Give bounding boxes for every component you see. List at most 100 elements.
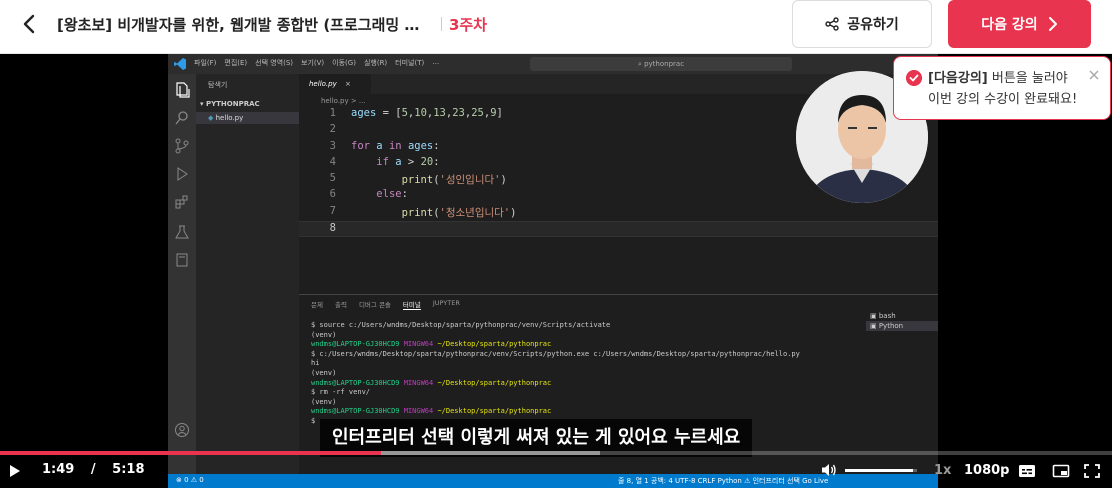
code-token: ]	[496, 107, 503, 119]
player-controls: 1:49 / 5:18 1x 1080p	[0, 455, 1112, 487]
line-number: 6	[329, 188, 336, 201]
code-token: >	[401, 155, 421, 168]
terminal-token: MINGW64	[403, 340, 438, 349]
terminal-list-item: ▣ bash	[870, 312, 896, 320]
terminal-token: wndms@LAPTOP-GJ30HCD9	[311, 378, 404, 387]
fullscreen-icon[interactable]	[1083, 463, 1101, 479]
file-label: hello.py	[215, 114, 244, 122]
check-circle-icon	[906, 70, 922, 86]
terminal-list: ▣ bash ▣ Python	[866, 311, 938, 331]
code-text: else:	[351, 188, 408, 200]
code-token: )	[500, 174, 507, 187]
explorer-icon	[176, 82, 190, 98]
quality-selector[interactable]: 1080p	[964, 463, 1010, 478]
code-text: if a > 20:	[351, 155, 439, 168]
line-number: 2	[329, 123, 336, 136]
terminal-line: $ rm -rf venv/	[311, 388, 800, 398]
vscode-logo-icon	[174, 58, 186, 70]
terminal-token: wndms@LAPTOP-GJ30HCD9	[311, 407, 404, 416]
close-icon[interactable]	[1088, 69, 1100, 81]
terminal-line: hi	[311, 359, 800, 369]
terminal-token: (venv)	[311, 330, 337, 339]
title-divider	[441, 17, 442, 31]
course-title: [왕초보] 비개발자를 위한, 웹개발 종합반 (프로그래밍 실무...	[57, 16, 433, 34]
line-number: 1	[329, 107, 336, 119]
notebook-icon	[176, 253, 188, 267]
vscode-menu-item: 보기(V)	[301, 59, 325, 67]
page-bottom	[0, 488, 1112, 501]
code-text: print('청소년입니다')	[351, 205, 517, 220]
code-token: ages	[407, 139, 434, 152]
vscode-search-text: pythonprac	[644, 60, 685, 68]
share-icon	[825, 17, 839, 31]
terminal-list-item: ▣ Python	[866, 321, 938, 331]
tooltip-line2: 이번 강의 수강이 완료돼요!	[928, 92, 1078, 107]
folder-label: PYTHONPRAC	[205, 100, 260, 108]
code-token: '청소년입니다'	[439, 206, 511, 219]
terminal-token: (venv)	[311, 397, 337, 406]
terminal-token: ~/Desktop/sparta/pythonprac	[437, 378, 552, 387]
terminal-token: MINGW64	[403, 407, 438, 416]
time-display: 1:49 / 5:18	[42, 462, 145, 477]
back-arrow-icon[interactable]	[18, 12, 42, 36]
code-token: :	[433, 139, 440, 152]
terminal-token: hi	[311, 359, 320, 368]
folder-name: ▾ PYTHONPRAC	[200, 100, 260, 108]
terminal-token: $ rm -rf venv/	[311, 388, 371, 397]
code-line: 8	[299, 221, 938, 238]
chevron-right-icon	[1048, 17, 1057, 31]
panel-tab: 터미널	[402, 301, 421, 310]
code-token: in	[388, 139, 402, 152]
next-lecture-button[interactable]: 다음 강의	[948, 0, 1091, 48]
terminal-line: wndms@LAPTOP-GJ30HCD9 MINGW64 ~/Desktop/…	[311, 340, 800, 350]
current-time: 1:49	[42, 462, 75, 477]
terminal-token: wndms@LAPTOP-GJ30HCD9	[311, 340, 404, 349]
panel-tab: 출력	[334, 301, 347, 309]
duration: 5:18	[112, 462, 145, 477]
volume-slider[interactable]	[845, 469, 917, 472]
line-number: 4	[329, 155, 336, 168]
video-player[interactable]: 파일(F) 편집(E) 선택 영역(S) 보기(V) 이동(G) 실행(R) 터미널(T) ……	[0, 54, 1112, 501]
captions-icon[interactable]	[1018, 463, 1036, 479]
line-number: 3	[329, 139, 336, 152]
terminal-line: (venv)	[311, 331, 800, 341]
code-text: ages = [5,10,13,23,25,9]	[351, 107, 503, 119]
volume-icon[interactable]	[821, 462, 837, 478]
code-text: for a in ages:	[351, 140, 440, 152]
play-icon[interactable]	[8, 464, 22, 478]
terminal-output: $ source c:/Users/wndms/Desktop/sparta/p…	[311, 321, 800, 427]
share-button[interactable]: 공유하기	[792, 0, 932, 48]
code-token: :	[401, 188, 408, 201]
terminal-token: MINGW64	[403, 378, 438, 387]
terminal-line: $ source c:/Users/wndms/Desktop/sparta/p…	[311, 321, 800, 331]
terminal-line: (venv)	[311, 369, 800, 379]
vscode-menu-item: 선택 영역(S)	[255, 59, 294, 67]
vscode-menu: 파일(F) 편집(E) 선택 영역(S) 보기(V) 이동(G) 실행(R) 터미널(T)…	[194, 58, 439, 68]
vscode-titlebar: 파일(F) 편집(E) 선택 영역(S) 보기(V) 이동(G) 실행(R) 터미널(T) ……	[168, 54, 938, 74]
code-text: print('성인입니다')	[351, 172, 507, 187]
source-control-icon	[175, 138, 189, 154]
picture-in-picture-icon[interactable]	[1052, 463, 1070, 479]
playback-speed[interactable]: 1x	[934, 463, 951, 478]
line-number: 5	[329, 172, 336, 185]
line-number: 7	[329, 204, 336, 217]
panel-tab: 문제	[311, 301, 323, 309]
next-lecture-label: 다음 강의	[981, 17, 1038, 33]
code-token: print	[401, 174, 434, 187]
share-label: 공유하기	[847, 17, 899, 33]
tab-label: hello.py	[309, 80, 337, 88]
terminal-line: (venv)	[311, 398, 800, 408]
volume-level	[845, 469, 914, 472]
panel-tab: JUPYTER	[432, 299, 460, 307]
code-token: for	[351, 139, 370, 152]
terminal-line: wndms@LAPTOP-GJ30HCD9 MINGW64 ~/Desktop/…	[311, 379, 800, 389]
week-label: 3주차	[449, 16, 488, 34]
vscode-menu-item: 이동(G)	[332, 59, 356, 67]
terminal-token: $ source c:/Users/wndms/Desktop/sparta/p…	[311, 321, 611, 329]
code-token: = [	[376, 107, 402, 119]
terminal-token: $ c:/Users/wndms/Desktop/sparta/pythonpr…	[311, 349, 800, 358]
code-line: 7 print('청소년입니다')	[299, 205, 938, 221]
